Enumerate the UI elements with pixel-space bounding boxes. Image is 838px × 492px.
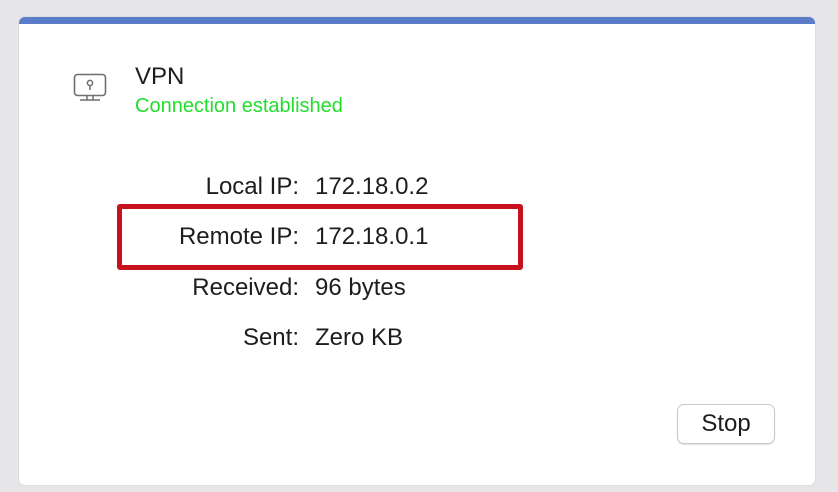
vpn-display-icon	[73, 73, 107, 105]
local-ip-value: 172.18.0.2	[315, 173, 429, 200]
vpn-status-window: VPN Connection established Local IP: 172…	[19, 17, 815, 485]
received-label: Received:	[192, 274, 299, 301]
sent-value: Zero KB	[315, 324, 404, 351]
connection-status: Connection established	[135, 95, 343, 117]
local-ip-row: Local IP: 172.18.0.2	[19, 170, 815, 204]
local-ip-label: Local IP:	[205, 173, 299, 200]
sent-row: Sent: Zero KB	[19, 321, 815, 355]
window-accent-bar	[19, 17, 815, 24]
stop-button[interactable]: Stop	[677, 404, 775, 444]
remote-ip-highlight-box	[117, 204, 523, 270]
sent-label: Sent:	[242, 324, 299, 351]
received-value: 96 bytes	[315, 274, 406, 301]
received-row: Received: 96 bytes	[19, 271, 815, 305]
vpn-title: VPN	[135, 63, 185, 90]
